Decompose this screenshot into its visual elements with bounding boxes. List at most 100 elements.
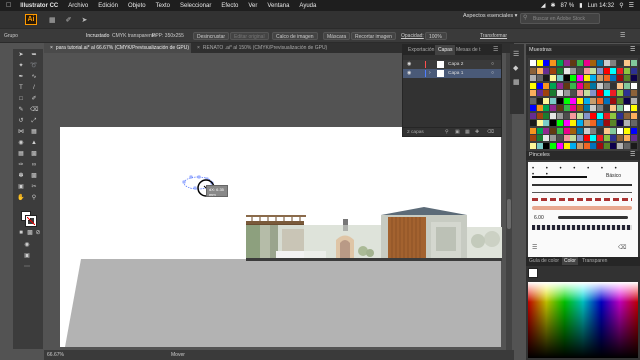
swatch[interactable] [570, 90, 577, 96]
swatch[interactable] [630, 90, 637, 96]
swatch[interactable] [610, 67, 617, 74]
edit-original-button[interactable]: Editar original [230, 32, 269, 40]
swatch[interactable] [597, 135, 603, 141]
brush-list[interactable]: • • • • • • • • • Básico 6.00 ☰ ⌫ [528, 162, 638, 257]
panel-menu-icon[interactable]: ☰ [630, 46, 635, 53]
apple-icon[interactable]:  [0, 2, 15, 9]
swatch[interactable] [583, 120, 590, 126]
swatch[interactable] [530, 112, 536, 119]
swatch[interactable] [536, 97, 543, 104]
swatch[interactable] [570, 82, 577, 89]
none-mode-icon[interactable]: ⊘ [34, 230, 42, 237]
mask-button[interactable]: Máscara [323, 32, 351, 40]
brush-dots-row[interactable]: • • • • • • • • • [532, 166, 632, 178]
swatch[interactable] [603, 67, 610, 74]
clock[interactable]: Lun 14:32 [588, 3, 615, 9]
free-transform-icon[interactable]: ▦ [30, 129, 38, 136]
swatch[interactable] [576, 75, 583, 81]
target-circle-icon[interactable]: ○ [491, 69, 494, 78]
layer-row-capa-2[interactable]: ◉ Capa 2 ○ [403, 60, 501, 69]
current-tool-status[interactable]: Mover [171, 350, 185, 360]
swatch[interactable] [597, 82, 603, 89]
swatch[interactable] [590, 97, 597, 104]
swatch[interactable] [603, 142, 610, 149]
gradient-tool-icon[interactable]: ▩ [30, 151, 38, 158]
shaper-tool-icon[interactable]: ✎ [17, 107, 25, 114]
scale-tool-icon[interactable]: ⤢ [30, 118, 38, 125]
swatch[interactable] [563, 105, 570, 111]
swatch[interactable] [603, 120, 610, 126]
eyedropper-icon[interactable]: ✑ [17, 162, 25, 169]
swatch[interactable] [603, 97, 610, 104]
swatch[interactable] [530, 127, 536, 134]
swatch[interactable] [576, 135, 583, 141]
width-tool-icon[interactable]: ⋈ [17, 129, 25, 136]
swatch[interactable] [536, 105, 543, 111]
pen-tool-icon[interactable]: ✒ [17, 74, 25, 81]
swatch[interactable] [530, 97, 536, 104]
tab-transparency[interactable]: Transparen [582, 258, 607, 264]
swatch[interactable] [550, 90, 557, 96]
unembed-button[interactable]: Desincrustar [193, 32, 230, 40]
brush-tool-shortcut-icon[interactable]: ✐ [66, 16, 72, 24]
swatch[interactable] [630, 60, 637, 66]
swatch[interactable] [563, 97, 570, 104]
swatch[interactable] [617, 112, 624, 119]
swatch[interactable] [556, 135, 563, 141]
brush-stroke[interactable] [532, 176, 587, 178]
swatch[interactable] [563, 75, 570, 81]
swatch[interactable] [543, 67, 550, 74]
swatch[interactable] [543, 142, 550, 149]
swatch-grid[interactable] [528, 58, 638, 162]
swatch[interactable] [603, 105, 610, 111]
swatch[interactable] [617, 82, 624, 89]
swatch[interactable] [543, 105, 550, 111]
swatch[interactable] [570, 105, 577, 111]
swatch[interactable] [550, 105, 557, 111]
artboard-tool-icon[interactable]: ▣ [17, 184, 25, 191]
swatch[interactable] [590, 142, 597, 149]
swatch[interactable] [630, 105, 637, 111]
swatch[interactable] [563, 82, 570, 89]
swatch[interactable] [556, 127, 563, 134]
swatch[interactable] [550, 135, 557, 141]
type-tool-icon[interactable]: T [17, 85, 25, 92]
perspective-grid-icon[interactable]: ▲ [30, 140, 38, 147]
brush-pattern[interactable] [532, 198, 632, 201]
swatch[interactable] [630, 135, 637, 141]
swatch[interactable] [563, 135, 570, 141]
layers-panel-icon[interactable]: ▦ [513, 78, 520, 86]
swatch[interactable] [570, 112, 577, 119]
house-elevation-drawing[interactable] [246, 207, 502, 267]
swatch[interactable] [530, 135, 536, 141]
shape-builder-icon[interactable]: ◉ [17, 140, 25, 147]
battery-icon[interactable]: ▮ [579, 2, 582, 9]
swatch[interactable] [597, 105, 603, 111]
swatch[interactable] [623, 135, 630, 141]
menu-archivo[interactable]: Archivo [63, 3, 93, 9]
swatch[interactable] [617, 60, 624, 66]
swatch[interactable] [550, 142, 557, 149]
locate-object-icon[interactable]: ⚲ [445, 128, 449, 137]
swatch[interactable] [556, 60, 563, 66]
clipping-mask-icon[interactable]: ▣ [455, 128, 460, 137]
close-icon[interactable]: × [197, 45, 200, 51]
swatch[interactable] [590, 105, 597, 111]
new-sublayer-icon[interactable]: ▦ [465, 128, 470, 137]
swatch[interactable] [556, 75, 563, 81]
brush-pattern[interactable] [532, 206, 632, 210]
target-circle-icon[interactable]: ○ [491, 60, 494, 69]
brush-stroke[interactable] [558, 216, 628, 219]
swatch[interactable] [597, 67, 603, 74]
visibility-eye-icon[interactable]: ◉ [407, 60, 411, 69]
swatch[interactable] [530, 67, 536, 74]
crop-image-button[interactable]: Recortar imagen [351, 32, 396, 40]
swatch[interactable] [610, 97, 617, 104]
color-fill-swatch[interactable] [528, 268, 538, 278]
swatch[interactable] [536, 120, 543, 126]
swatch[interactable] [556, 142, 563, 149]
swatch[interactable] [617, 127, 624, 134]
menu-efecto[interactable]: Efecto [216, 3, 243, 9]
swatch[interactable] [617, 97, 624, 104]
swatch[interactable] [617, 135, 624, 141]
